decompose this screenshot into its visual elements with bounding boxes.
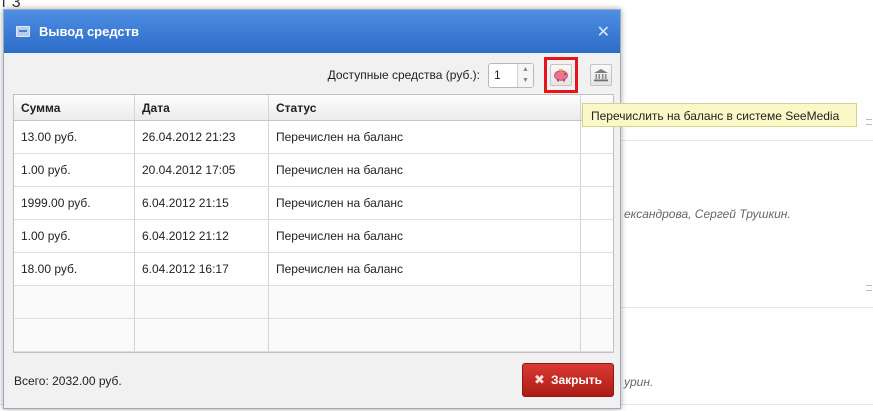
transfer-to-balance-button[interactable]	[550, 64, 572, 86]
withdrawals-table: Сумма Дата Статус 13.00 руб. 26.04.2012 …	[13, 94, 614, 353]
cell-date: 6.04.2012 16:17	[135, 253, 269, 285]
stepper-up-icon[interactable]: ▲	[518, 64, 533, 76]
piggy-bank-icon	[554, 69, 568, 82]
close-x-icon: ✖	[534, 372, 545, 387]
wallet-icon	[16, 26, 30, 37]
cell-amount: 1999.00 руб.	[14, 187, 135, 219]
withdraw-to-bank-button[interactable]	[590, 64, 612, 86]
transfer-tooltip: Перечислить на баланс в системе SeeMedia	[582, 103, 857, 127]
funds-toolbar: Доступные средства (руб.): 1 ▲ ▼	[327, 57, 612, 93]
dialog-title: Вывод средств	[39, 24, 140, 39]
dialog-header: Вывод средств ✕	[4, 10, 620, 53]
withdraw-dialog: Вывод средств ✕ Доступные средства (руб.…	[3, 9, 621, 409]
cell-amount: 13.00 руб.	[14, 121, 135, 153]
highlight-box	[544, 57, 578, 93]
table-row-empty	[14, 319, 613, 352]
background-divider	[620, 140, 873, 141]
cell-amount: 18.00 руб.	[14, 253, 135, 285]
table-row[interactable]: 1999.00 руб. 6.04.2012 21:15 Перечислен …	[14, 187, 613, 220]
cell-date: 6.04.2012 21:12	[135, 220, 269, 252]
background-divider	[620, 307, 873, 308]
close-icon[interactable]: ✕	[597, 22, 610, 42]
cell-status: Перечислен на баланс	[269, 187, 581, 219]
close-button-label: Закрыть	[550, 373, 602, 387]
column-header-amount[interactable]: Сумма	[14, 95, 135, 120]
table-row[interactable]: 1.00 руб. 20.04.2012 17:05 Перечислен на…	[14, 154, 613, 187]
funds-amount-value[interactable]: 1	[489, 64, 517, 87]
total-amount: Всего: 2032.00 руб.	[14, 374, 122, 388]
cell-date: 20.04.2012 17:05	[135, 154, 269, 186]
available-funds-label: Доступные средства (руб.):	[327, 68, 480, 82]
table-header: Сумма Дата Статус	[14, 95, 613, 121]
cell-status: Перечислен на баланс	[269, 154, 581, 186]
cell-status: Перечислен на баланс	[269, 220, 581, 252]
cell-status: Перечислен на баланс	[269, 121, 581, 153]
table-row[interactable]: 1.00 руб. 6.04.2012 21:12 Перечислен на …	[14, 220, 613, 253]
background-menu-icon	[866, 285, 872, 291]
table-row[interactable]: 18.00 руб. 6.04.2012 16:17 Перечислен на…	[14, 253, 613, 286]
column-header-date[interactable]: Дата	[135, 95, 269, 120]
bank-icon	[594, 69, 608, 82]
column-header-status[interactable]: Статус	[269, 95, 581, 120]
close-button[interactable]: ✖ Закрыть	[522, 363, 614, 397]
background-authors-text: ександрова, Сергей Трушкин.	[624, 207, 791, 221]
cell-amount: 1.00 руб.	[14, 220, 135, 252]
stepper-down-icon[interactable]: ▼	[518, 75, 533, 87]
background-authors-text: урин.	[624, 375, 654, 389]
table-row[interactable]: 13.00 руб. 26.04.2012 21:23 Перечислен н…	[14, 121, 613, 154]
background-menu-icon	[866, 119, 872, 125]
cell-status: Перечислен на баланс	[269, 253, 581, 285]
table-row-empty	[14, 286, 613, 319]
funds-amount-stepper[interactable]: 1 ▲ ▼	[488, 62, 534, 88]
cell-amount: 1.00 руб.	[14, 154, 135, 186]
cell-date: 6.04.2012 21:15	[135, 187, 269, 219]
cell-date: 26.04.2012 21:23	[135, 121, 269, 153]
